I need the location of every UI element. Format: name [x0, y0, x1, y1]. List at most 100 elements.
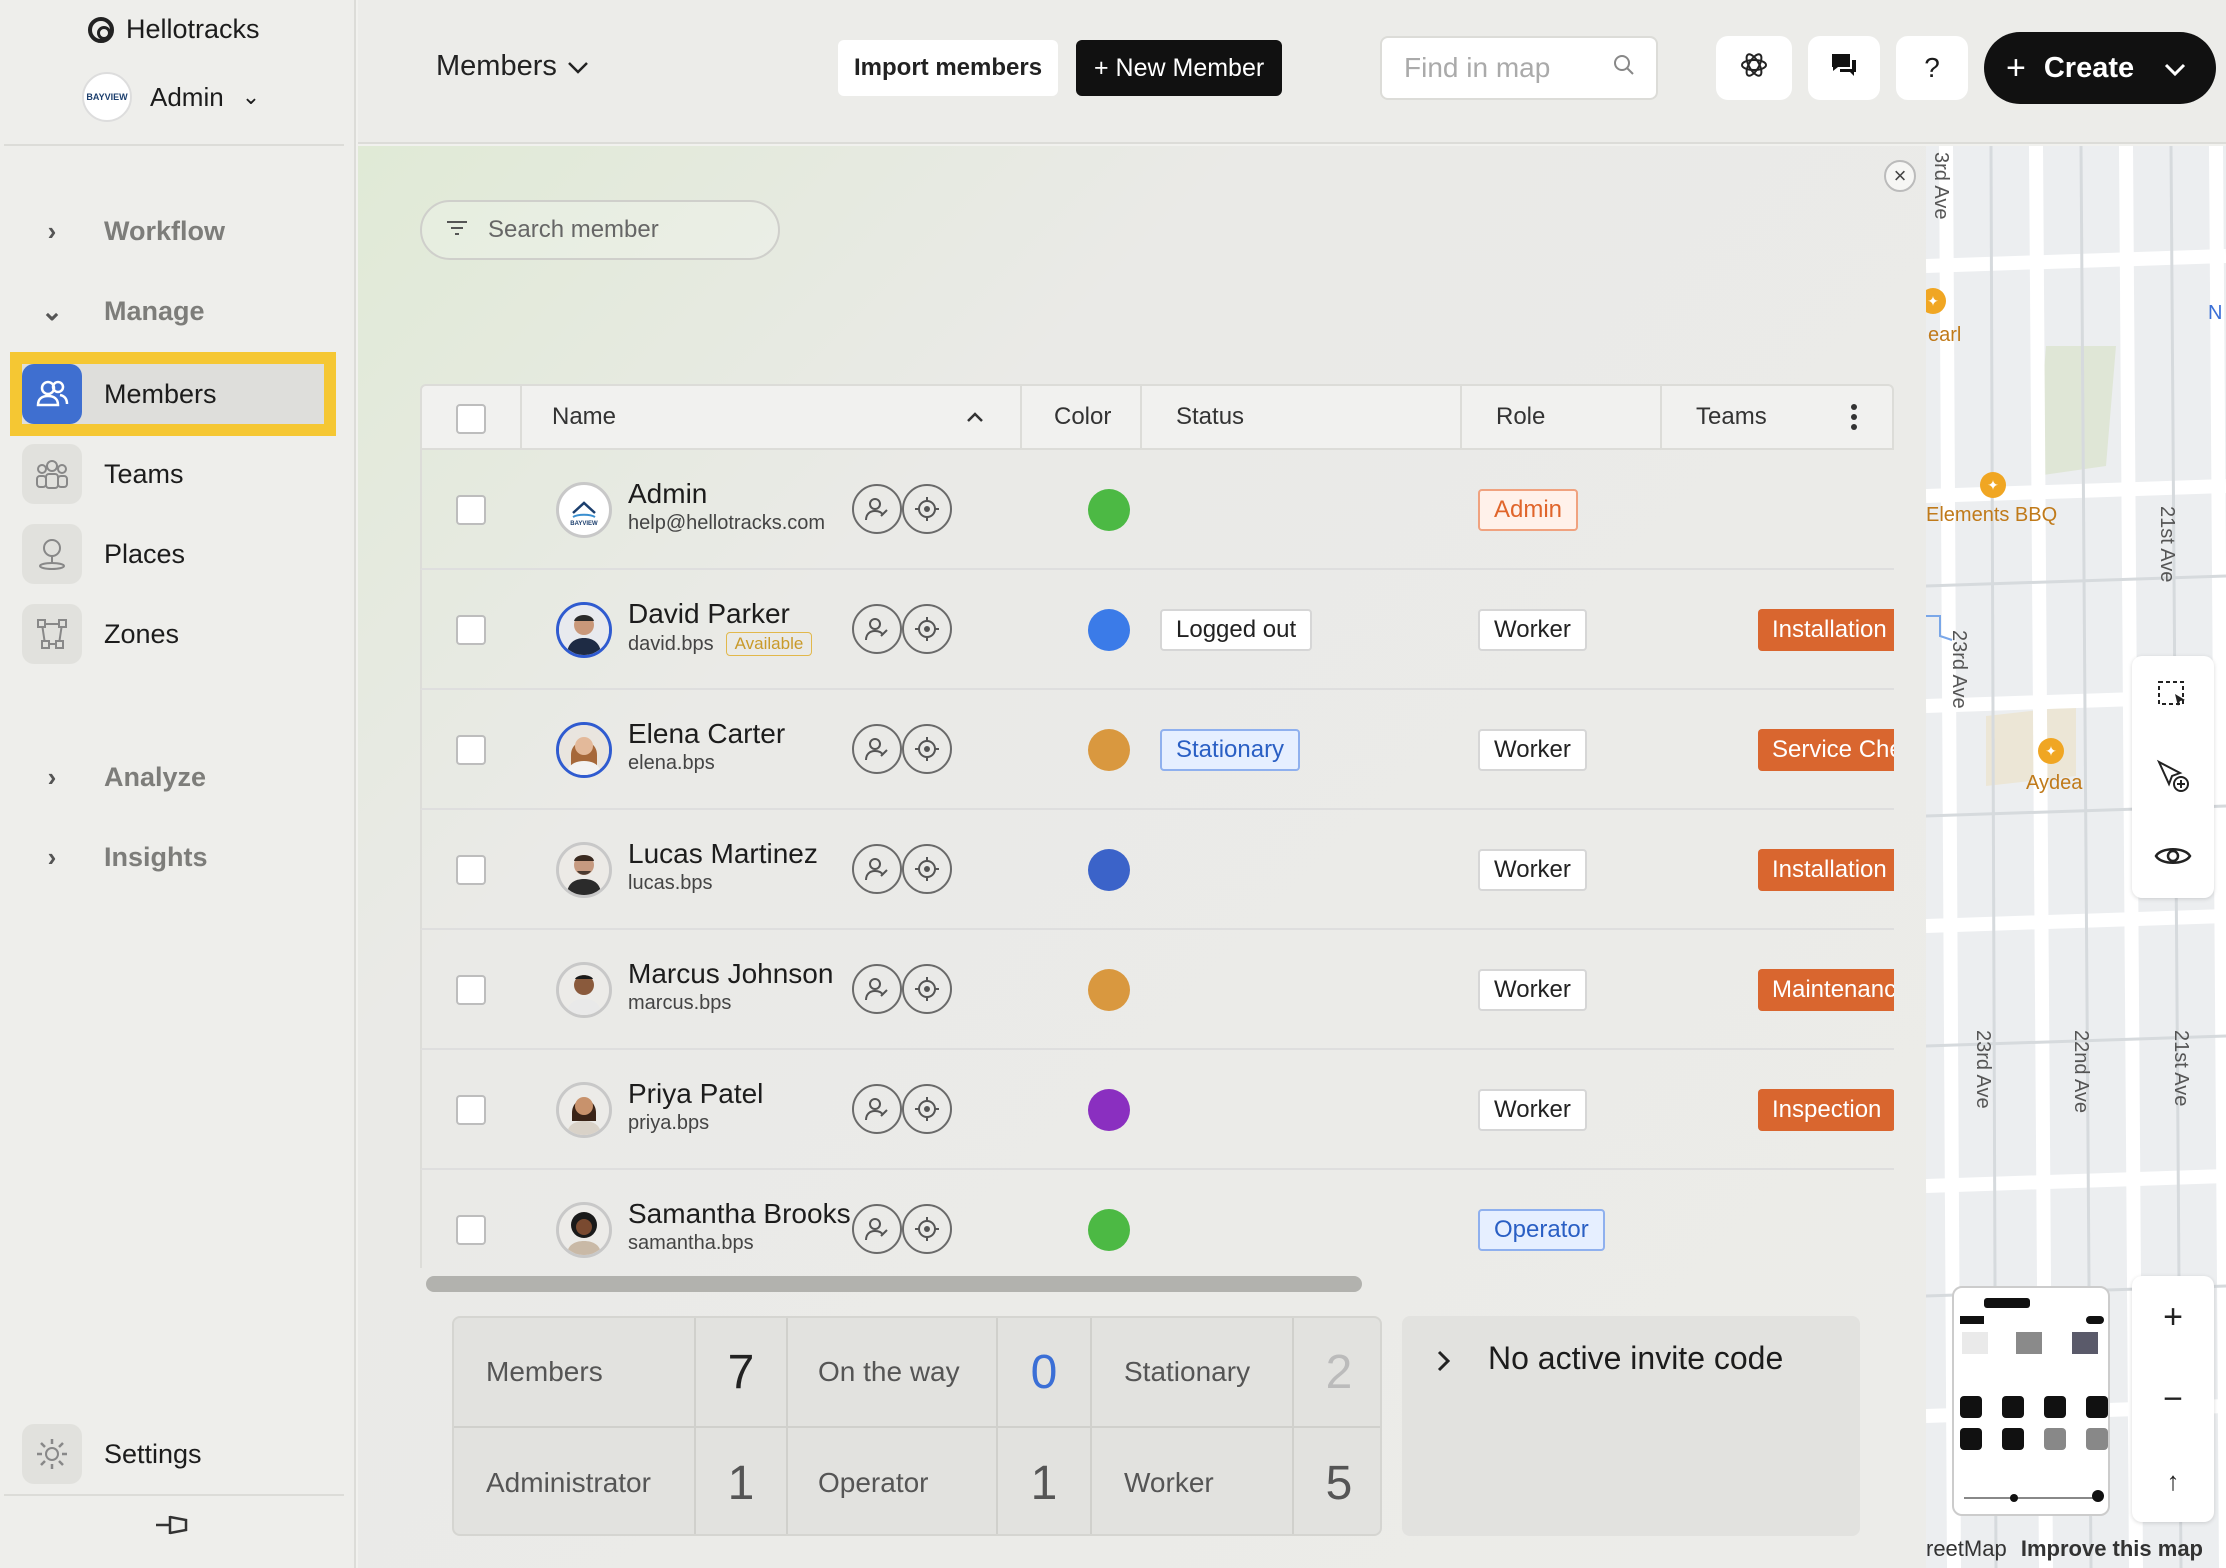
improve-map-link[interactable]: Improve this map — [2021, 1536, 2203, 1561]
column-separator — [1140, 386, 1142, 448]
section-label: Analyze — [104, 762, 207, 792]
locate-target-icon[interactable] — [902, 484, 952, 534]
pin-sidebar-icon[interactable] — [154, 1510, 192, 1548]
locate-target-icon[interactable] — [902, 964, 952, 1014]
locate-target-icon[interactable] — [902, 844, 952, 894]
locate-target-icon[interactable] — [902, 604, 952, 654]
chevron-down-icon: ⌄ — [241, 84, 261, 109]
avatar — [556, 722, 612, 778]
table-row[interactable]: Marcus Johnson marcus.bps Worker Mainten… — [420, 930, 1894, 1050]
search-placeholder: Search member — [488, 216, 659, 243]
row-checkbox[interactable] — [456, 495, 486, 525]
import-members-button[interactable]: Import members — [838, 40, 1059, 96]
table-row[interactable]: Priya Patel priya.bps Worker Inspection — [420, 1050, 1894, 1170]
assign-user-icon[interactable] — [852, 604, 902, 654]
sidebar-item-members[interactable]: Members — [10, 352, 336, 436]
compass-north-button[interactable]: ↑ — [2132, 1440, 2214, 1522]
hellotracks-logo-icon — [88, 16, 114, 43]
find-in-map-input[interactable]: Find in map — [1380, 36, 1658, 100]
locate-target-icon[interactable] — [902, 724, 952, 774]
members-table: Name Color Status Role Teams BAYVIEW Adm… — [420, 384, 1894, 1268]
restaurant-poi-icon[interactable]: ✦ — [2038, 738, 2064, 764]
member-color-dot[interactable] — [1088, 1089, 1130, 1131]
member-color-dot[interactable] — [1088, 1209, 1130, 1251]
member-color-dot[interactable] — [1088, 729, 1130, 771]
member-color-dot[interactable] — [1088, 489, 1130, 531]
zoom-in-button[interactable]: + — [2132, 1276, 2214, 1358]
eye-icon[interactable] — [2132, 816, 2214, 896]
member-color-dot[interactable] — [1088, 969, 1130, 1011]
row-checkbox[interactable] — [456, 615, 486, 645]
section-workflow[interactable]: › Workflow — [40, 216, 225, 247]
table-row[interactable]: Elena Carter elena.bps Stationary Worker… — [420, 690, 1894, 810]
avatar — [556, 1082, 612, 1138]
sort-ascending-icon[interactable] — [966, 386, 984, 448]
section-insights[interactable]: › Insights — [40, 842, 208, 873]
column-header-role[interactable]: Role — [1496, 386, 1545, 448]
row-checkbox[interactable] — [456, 855, 486, 885]
member-email: help@hellotracks.com — [628, 512, 826, 534]
create-button[interactable]: + Create — [1984, 32, 2216, 104]
role-badge: Worker — [1478, 849, 1587, 891]
member-color-dot[interactable] — [1088, 609, 1130, 651]
row-checkbox[interactable] — [456, 975, 486, 1005]
close-icon[interactable]: × — [1884, 160, 1916, 192]
ai-assistant-button[interactable] — [1716, 36, 1792, 100]
locate-target-icon[interactable] — [902, 1204, 952, 1254]
assign-user-icon[interactable] — [852, 1204, 902, 1254]
assign-user-icon[interactable] — [852, 844, 902, 894]
map-view[interactable]: 3rd Ave ✦ earl ✦ Elements BBQ 21st Ave 2… — [1926, 146, 2226, 1568]
member-color-dot[interactable] — [1088, 849, 1130, 891]
locate-target-icon[interactable] — [902, 1084, 952, 1134]
assign-user-icon[interactable] — [852, 1084, 902, 1134]
find-placeholder: Find in map — [1404, 52, 1551, 83]
help-button[interactable]: ? — [1896, 36, 1968, 100]
stat-value-members: 7 — [727, 1345, 755, 1399]
assign-user-icon[interactable] — [852, 964, 902, 1014]
sidebar-item-teams[interactable]: Teams — [20, 442, 326, 506]
sidebar-item-settings[interactable]: Settings — [20, 1422, 326, 1486]
column-header-color[interactable]: Color — [1054, 386, 1111, 448]
sidebar-item-places[interactable]: Places — [20, 522, 326, 586]
member-name: Admin — [628, 478, 708, 509]
brand[interactable]: Hellotracks — [88, 14, 260, 45]
assign-user-icon[interactable] — [852, 484, 902, 534]
column-header-status[interactable]: Status — [1176, 386, 1244, 448]
team-badge: Service Checks — [1758, 729, 1894, 771]
row-checkbox[interactable] — [456, 1095, 486, 1125]
new-member-button[interactable]: + New Member — [1076, 40, 1283, 96]
table-row[interactable]: Lucas Martinez lucas.bps Worker Installa… — [420, 810, 1894, 930]
section-manage[interactable]: ⌄ Manage — [40, 296, 204, 327]
map-layers-preview[interactable] — [1952, 1286, 2110, 1516]
select-area-icon[interactable] — [2132, 656, 2214, 736]
invite-code-panel[interactable]: No active invite code — [1402, 1316, 1860, 1536]
horizontal-scrollbar[interactable] — [426, 1276, 1362, 1292]
table-row[interactable]: Samantha Brooks samantha.bps Operator — [420, 1170, 1894, 1268]
table-row[interactable]: BAYVIEW Admin help@hellotracks.com Admin — [420, 450, 1894, 570]
more-vertical-icon[interactable] — [1834, 386, 1874, 448]
search-member-input[interactable]: Search member — [420, 200, 780, 260]
section-analyze[interactable]: › Analyze — [40, 762, 206, 793]
sidebar: Hellotracks BAYVIEW Admin ⌄ › Workflow ⌄… — [0, 0, 356, 1568]
gear-icon — [22, 1424, 82, 1484]
column-header-teams[interactable]: Teams — [1696, 386, 1767, 448]
column-header-name[interactable]: Name — [552, 386, 616, 448]
restaurant-poi-icon[interactable]: ✦ — [1980, 472, 2006, 498]
row-checkbox[interactable] — [456, 1215, 486, 1245]
select-all-checkbox[interactable] — [456, 404, 486, 434]
zoom-out-button[interactable]: − — [2132, 1358, 2214, 1440]
sidebar-item-zones[interactable]: Zones — [20, 602, 326, 666]
chevron-down-icon: ⌄ — [41, 296, 63, 326]
account-switcher[interactable]: BAYVIEW Admin ⌄ — [82, 72, 260, 122]
sidebar-item-label: Places — [104, 538, 186, 569]
assign-user-icon[interactable] — [852, 724, 902, 774]
map-street-label: 21st Ave — [2170, 1030, 2192, 1107]
row-checkbox[interactable] — [456, 735, 486, 765]
member-stats: Members 7 On the way 0 Stationary 2 Admi… — [452, 1316, 1382, 1536]
role-badge: Admin — [1478, 489, 1579, 531]
chat-button[interactable] — [1808, 36, 1880, 100]
page-selector[interactable]: Members — [436, 50, 589, 83]
table-row[interactable]: David Parker david.bps Available Logged o… — [420, 570, 1894, 690]
map-street-label: 23rd Ave — [1972, 1030, 1994, 1109]
add-route-point-icon[interactable] — [2132, 736, 2214, 816]
